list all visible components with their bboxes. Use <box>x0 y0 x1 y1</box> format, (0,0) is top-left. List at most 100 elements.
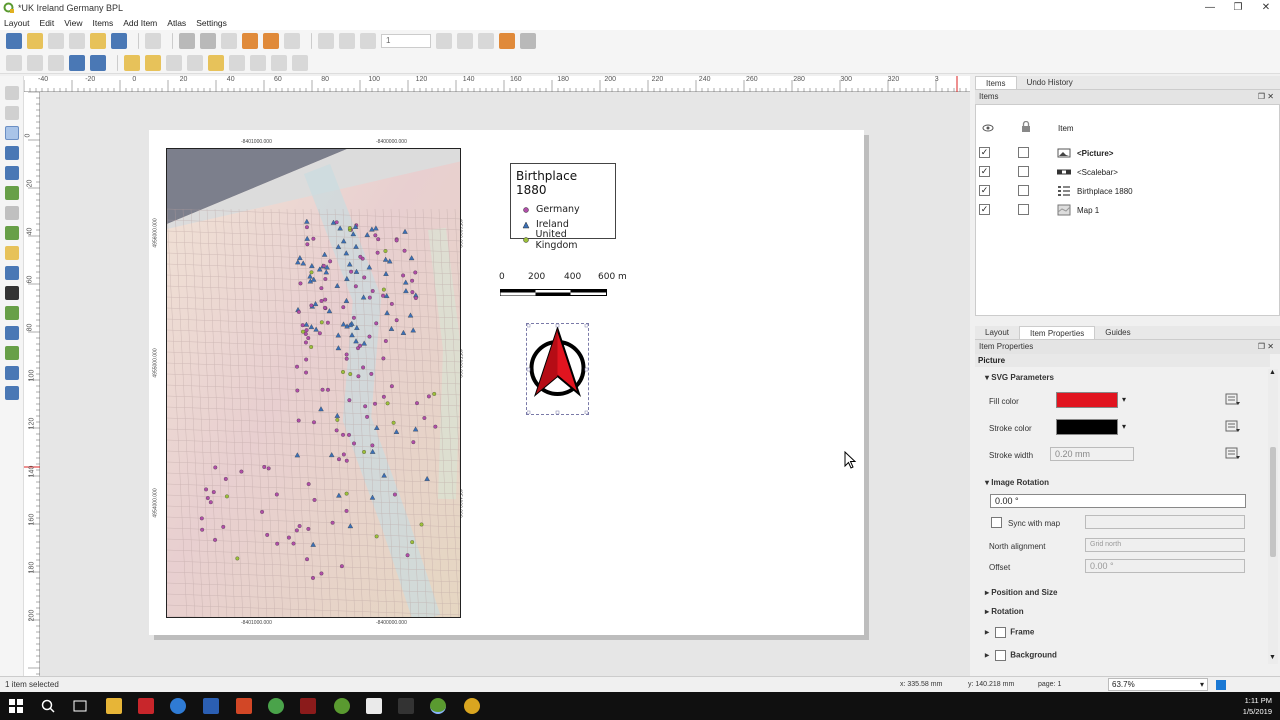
print-icon[interactable] <box>179 33 195 49</box>
lock-checkbox[interactable] <box>1018 185 1029 196</box>
add-attribute-table-icon[interactable] <box>5 366 19 380</box>
stroke-color-dropdown-icon[interactable]: ▾ <box>1122 422 1126 431</box>
refresh-icon[interactable] <box>90 54 106 71</box>
move-content-icon[interactable] <box>5 146 19 160</box>
frame-checkbox[interactable] <box>995 627 1007 638</box>
system-clock[interactable]: 1:11 PM 1/5/2019 <box>1243 695 1272 717</box>
section-background[interactable]: ▸ Background <box>985 650 1057 661</box>
scroll-down-icon[interactable]: ▼ <box>1269 654 1276 661</box>
items-tree[interactable]: Item ✓ <Picture> ✓ <Scalebar> ✓ Birthpla… <box>975 104 1280 316</box>
qgis-icon[interactable] <box>334 698 350 714</box>
properties-scrollbar[interactable]: ▲ ▼ <box>1268 369 1278 664</box>
item-row-map[interactable]: ✓ Map 1 <box>976 202 1276 218</box>
visibility-checkbox[interactable]: ✓ <box>979 147 990 158</box>
tab-guides[interactable]: Guides <box>1095 326 1140 339</box>
menu-view[interactable]: View <box>64 18 82 28</box>
add-html-icon[interactable] <box>5 386 19 400</box>
image-rotation-spinbox[interactable]: 0.00 ° <box>990 494 1246 508</box>
add-polygon-icon[interactable] <box>5 346 19 360</box>
export-image-icon[interactable] <box>200 33 216 49</box>
skype-icon[interactable] <box>170 698 186 714</box>
next-feature-icon[interactable] <box>436 33 452 49</box>
zoom-combobox[interactable]: 63.7% ▾ <box>1108 678 1208 691</box>
pan-icon[interactable] <box>5 86 19 100</box>
stroke-width-spinbox[interactable]: 0.20 mm <box>1050 447 1134 461</box>
atlas-preview-icon[interactable] <box>318 33 334 49</box>
background-checkbox[interactable] <box>995 650 1007 661</box>
page-setup-icon[interactable] <box>145 33 161 49</box>
zoom-in-icon[interactable] <box>6 54 22 71</box>
filezilla-icon[interactable] <box>138 698 154 714</box>
item-row-scalebar[interactable]: ✓ <Scalebar> <box>976 164 1276 180</box>
item-row-picture[interactable]: ✓ <Picture> <box>976 145 1276 161</box>
add-scalebar-icon[interactable] <box>5 286 19 300</box>
restore-button[interactable]: ❐ <box>1224 0 1252 16</box>
section-svg-parameters[interactable]: ▾ SVG Parameters <box>985 373 1054 382</box>
first-feature-icon[interactable] <box>339 33 355 49</box>
ungroup-icon[interactable] <box>271 54 287 71</box>
menu-layout[interactable]: Layout <box>4 18 30 28</box>
section-image-rotation[interactable]: ▾ Image Rotation <box>985 478 1049 487</box>
powerpoint-icon[interactable] <box>236 698 252 714</box>
scalebar-item[interactable]: 0 200 400 600 m <box>499 272 639 302</box>
new-layout-icon[interactable] <box>27 33 43 49</box>
duplicate-layout-icon[interactable] <box>48 33 64 49</box>
search-icon[interactable] <box>40 698 56 714</box>
data-defined-override-icon[interactable] <box>1225 445 1241 461</box>
save-template-icon[interactable] <box>111 33 127 49</box>
menu-atlas[interactable]: Atlas <box>167 18 186 28</box>
save-icon[interactable] <box>6 33 22 49</box>
data-defined-override-icon[interactable] <box>1225 391 1241 407</box>
export-atlas-icon[interactable] <box>499 33 515 49</box>
group-icon[interactable] <box>250 54 266 71</box>
north-arrow-picture[interactable] <box>526 323 589 415</box>
panel-float-close-icon[interactable]: ❐ ✕ <box>1258 90 1274 104</box>
fill-color-button[interactable] <box>1056 392 1118 408</box>
layout-page[interactable]: -8401000.000 -8400000.000 -8401000.000 -… <box>149 130 864 635</box>
lower-item-icon[interactable] <box>145 54 161 71</box>
undo-icon[interactable] <box>263 33 279 49</box>
export-svg-icon[interactable] <box>221 33 237 49</box>
edit-nodes-icon[interactable] <box>5 166 19 180</box>
layout-manager-icon[interactable] <box>69 33 85 49</box>
add-shape-icon[interactable] <box>5 306 19 320</box>
menu-add-item[interactable]: Add Item <box>123 18 157 28</box>
section-rotation[interactable]: ▸ Rotation <box>985 607 1024 616</box>
zoom-slider-handle[interactable] <box>1216 680 1226 690</box>
layout-canvas[interactable]: -8401000.000 -8400000.000 -8401000.000 -… <box>40 92 970 676</box>
scrollbar-thumb[interactable] <box>1270 447 1276 557</box>
chrome-icon[interactable] <box>268 698 284 714</box>
sync-with-map-checkbox[interactable] <box>991 517 1002 528</box>
close-button[interactable]: ✕ <box>1252 0 1280 16</box>
atlas-page-input[interactable]: 1 <box>381 34 431 48</box>
scroll-up-icon[interactable]: ▲ <box>1269 369 1276 376</box>
legend-item[interactable]: Birthplace 1880 Germany Ireland United K… <box>510 163 616 251</box>
data-defined-override-icon[interactable] <box>1225 418 1241 434</box>
file-explorer-icon[interactable] <box>106 698 122 714</box>
previous-feature-icon[interactable] <box>360 33 376 49</box>
panel-float-close-icon[interactable]: ❐ ✕ <box>1258 340 1274 354</box>
tab-layout[interactable]: Layout <box>975 326 1019 339</box>
add-3d-map-icon[interactable] <box>5 206 19 220</box>
visibility-checkbox[interactable]: ✓ <box>979 204 990 215</box>
add-picture-icon[interactable] <box>5 226 19 240</box>
section-frame[interactable]: ▸ Frame <box>985 627 1034 638</box>
raise-item-icon[interactable] <box>124 54 140 71</box>
tab-items[interactable]: Items <box>975 76 1017 89</box>
visibility-checkbox[interactable]: ✓ <box>979 166 990 177</box>
qgis-active-icon[interactable] <box>430 698 446 714</box>
document-icon[interactable] <box>366 698 382 714</box>
zoom-full-icon[interactable] <box>69 54 85 71</box>
add-label-icon[interactable] <box>5 246 19 260</box>
zoom-tool-icon[interactable] <box>5 106 19 120</box>
stroke-color-button[interactable] <box>1056 419 1118 435</box>
item-row-legend[interactable]: ✓ Birthplace 1880 <box>976 183 1276 199</box>
windows-start-icon[interactable] <box>8 698 24 714</box>
menu-settings[interactable]: Settings <box>196 18 227 28</box>
zoom-100-icon[interactable] <box>48 54 64 71</box>
last-feature-icon[interactable] <box>457 33 473 49</box>
visibility-checkbox[interactable]: ✓ <box>979 185 990 196</box>
menu-edit[interactable]: Edit <box>40 18 55 28</box>
add-arrow-icon[interactable] <box>5 326 19 340</box>
task-view-icon[interactable] <box>72 698 88 714</box>
